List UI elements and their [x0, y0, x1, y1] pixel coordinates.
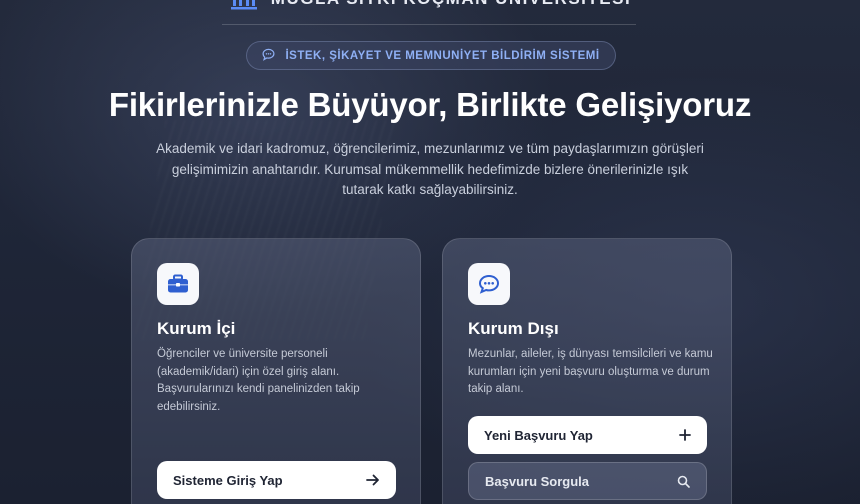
button-label: Başvuru Sorgula — [485, 473, 590, 489]
arrow-right-icon — [366, 474, 380, 486]
search-icon — [677, 475, 690, 488]
new-application-button[interactable]: Yeni Başvuru Yap — [468, 416, 707, 454]
chat-bubble-icon — [262, 46, 275, 65]
page-description: Akademik ve idari kadromuz, öğrencilerim… — [156, 141, 704, 197]
system-login-button[interactable]: Sisteme Giriş Yap — [157, 461, 396, 499]
button-label: Sisteme Giriş Yap — [173, 472, 283, 488]
system-badge: İSTEK, ŞİKAYET VE MEMNUNİYET BİLDİRİM Sİ… — [246, 41, 616, 70]
card-title: Kurum İçi — [157, 319, 236, 338]
brand-header: MUĞLA SITKI KOÇMAN ÜNİVERSİTESİ — [0, 0, 860, 10]
card-description: Öğrenciler ve üniversite personeli (akad… — [157, 348, 360, 413]
internal-access-card: Kurum İçi Öğrenciler ve üniversite perso… — [131, 238, 421, 504]
chat-dots-icon — [468, 263, 510, 305]
badge-label: İSTEK, ŞİKAYET VE MEMNUNİYET BİLDİRİM Sİ… — [285, 49, 600, 62]
plus-icon — [679, 429, 691, 441]
university-name: MUĞLA SITKI KOÇMAN ÜNİVERSİTESİ — [271, 0, 631, 9]
header-divider — [222, 24, 636, 25]
landing-page: MUĞLA SITKI KOÇMAN ÜNİVERSİTESİ İSTEK, Ş… — [0, 0, 860, 504]
briefcase-icon — [157, 263, 199, 305]
query-application-button[interactable]: Başvuru Sorgula — [468, 462, 707, 500]
university-building-icon — [229, 0, 259, 10]
card-description: Mezunlar, aileler, iş dünyası temsilcile… — [468, 348, 713, 395]
button-label: Yeni Başvuru Yap — [484, 427, 593, 443]
external-access-card: Kurum Dışı Mezunlar, aileler, iş dünyası… — [442, 238, 732, 504]
page-title: Fikirlerinizle Büyüyor, Birlikte Gelişiy… — [108, 86, 752, 123]
card-title: Kurum Dışı — [468, 319, 559, 338]
